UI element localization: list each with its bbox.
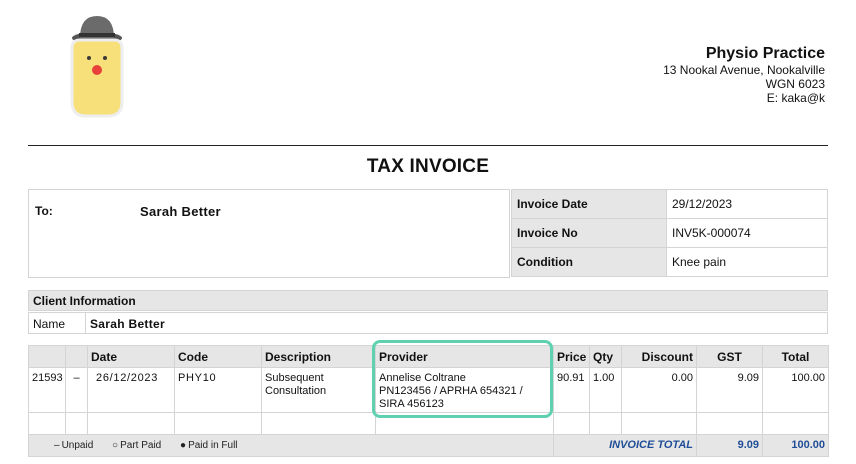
invoice-total-gst: 9.09 (696, 434, 763, 457)
practice-details: Physio Practice 13 Nookal Avenue, Nookal… (663, 44, 825, 105)
invoice-meta-table: Invoice Date 29/12/2023 Invoice No INV5K… (511, 189, 828, 277)
client-info-row: Name Sarah Better (28, 312, 828, 334)
bill-to-label: To: (35, 204, 53, 218)
invoice-total-label: INVOICE TOTAL (553, 434, 697, 457)
provider-numbers: PN123456 / APRHA 654321 / SIRA 456123 (379, 385, 523, 410)
item-id: 21593 (28, 367, 66, 413)
col-gst-header: GST (696, 345, 763, 368)
item-date: 26/12/2023 (87, 367, 175, 413)
invoice-total-amount: 100.00 (762, 434, 829, 457)
col-id-header (28, 345, 66, 368)
col-description-header: Description (261, 345, 376, 368)
legend-part-paid: Part Paid (120, 440, 162, 451)
legend-unpaid: Unpaid (61, 440, 94, 451)
col-code-header: Code (174, 345, 262, 368)
practice-name: Physio Practice (705, 45, 825, 62)
practice-logo (62, 10, 132, 126)
invoice-no-label: Invoice No (511, 218, 667, 248)
condition-label: Condition (511, 247, 667, 277)
col-status-header (65, 345, 88, 368)
practice-address-line2: WGN 6023 (765, 77, 825, 91)
unpaid-symbol: – (54, 440, 60, 451)
client-info-header: Client Information (28, 290, 828, 311)
bill-to-box: To: Sarah Better (28, 189, 510, 278)
col-total-header: Total (762, 345, 829, 368)
meta-row-date: Invoice Date 29/12/2023 (511, 189, 828, 219)
condition-value: Knee pain (666, 247, 828, 277)
empty-row (28, 412, 829, 435)
item-provider: Annelise Coltrane PN123456 / APRHA 65432… (375, 367, 554, 413)
table-row: 21593 – 26/12/2023 PHY10 Subsequent Cons… (28, 367, 829, 413)
item-qty: 1.00 (589, 367, 622, 413)
client-name-value: Sarah Better (90, 317, 165, 331)
paid-full-symbol: ● (180, 440, 187, 451)
legend-paid-full: Paid in Full (188, 440, 238, 451)
item-gst: 9.09 (696, 367, 763, 413)
invoice-no-value: INV5K-000074 (666, 218, 828, 248)
part-paid-symbol: ○ (112, 440, 119, 451)
meta-row-number: Invoice No INV5K-000074 (511, 218, 828, 248)
bill-to-name: Sarah Better (140, 204, 221, 219)
practice-email: E: kaka@k (766, 91, 825, 105)
col-discount-header: Discount (621, 345, 697, 368)
item-status-unpaid: – (65, 367, 88, 413)
items-header-row: Date Code Description Provider Price Qty… (28, 345, 829, 368)
col-price-header: Price (553, 345, 590, 368)
item-description: Subsequent Consultation (261, 367, 376, 413)
payment-legend: – Unpaid ○ Part Paid ● Paid in Full (28, 434, 554, 457)
item-discount: 0.00 (621, 367, 697, 413)
col-date-header: Date (87, 345, 175, 368)
col-provider-header: Provider (375, 345, 554, 368)
col-qty-header: Qty (589, 345, 622, 368)
header-divider (28, 145, 828, 146)
meta-row-condition: Condition Knee pain (511, 247, 828, 277)
totals-row: – Unpaid ○ Part Paid ● Paid in Full INVOICE… (28, 434, 829, 457)
practice-address-line1: 13 Nookal Avenue, Nookalville (663, 63, 825, 77)
invoice-title: TAX INVOICE (366, 156, 490, 177)
provider-name: Annelise Coltrane (379, 372, 466, 384)
invoice-items-table: Date Code Description Provider Price Qty… (28, 345, 829, 457)
invoice-date-value: 29/12/2023 (666, 189, 828, 219)
invoice-date-label: Invoice Date (511, 189, 667, 219)
client-name-label: Name (29, 313, 86, 333)
item-price: 90.91 (553, 367, 590, 413)
item-code: PHY10 (174, 367, 262, 413)
item-total: 100.00 (762, 367, 829, 413)
